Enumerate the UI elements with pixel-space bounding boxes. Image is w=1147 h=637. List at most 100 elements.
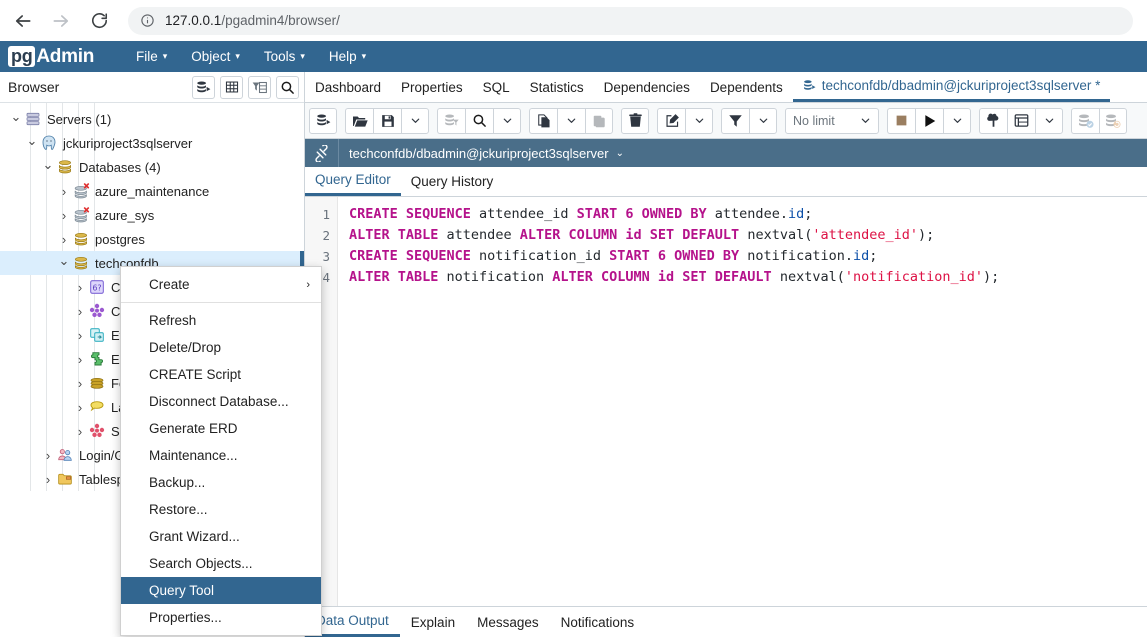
chevron-right-icon[interactable]: › [56,209,72,222]
context-menu-item-properties[interactable]: Properties... [121,604,321,631]
code-token: notification [747,248,845,264]
chevron-right-icon[interactable]: › [72,305,88,318]
context-menu-item-backup[interactable]: Backup... [121,469,321,496]
context-menu-item-grant-wizard[interactable]: Grant Wizard... [121,523,321,550]
object-tab-dependencies[interactable]: Dependencies [594,72,700,102]
chevron-right-icon[interactable]: › [72,377,88,390]
menu-object[interactable]: Object ▾ [179,41,252,72]
object-tab-techconfdb-dbadmin-jckuriproject3sqlserv[interactable]: techconfdb/dbadmin@jckuriproject3sqlserv… [792,71,1111,102]
grid-view-button[interactable] [220,75,243,99]
chevron-right-icon[interactable]: › [72,281,88,294]
menu-help[interactable]: Help ▾ [317,41,378,72]
context-menu-item-restore[interactable]: Restore... [121,496,321,523]
chevron-down-icon[interactable]: ⌄ [24,134,40,147]
object-tab-dashboard[interactable]: Dashboard [305,72,391,102]
code-line[interactable]: ALTER TABLE attendee ALTER COLUMN id SET… [349,225,1147,246]
menu-tools[interactable]: Tools ▾ [252,41,317,72]
chevron-right-icon[interactable]: › [72,353,88,366]
code-line[interactable]: ALTER TABLE notification ALTER COLUMN id… [349,267,1147,288]
chevron-down-icon[interactable]: ⌄ [8,110,24,123]
chevron-right-icon[interactable]: › [56,185,72,198]
execute-play-button[interactable] [915,107,943,134]
chevron-right-icon[interactable]: › [56,233,72,246]
back-button[interactable] [8,6,38,36]
chevron-down-icon[interactable]: ⌄ [56,254,72,267]
object-tab-statistics[interactable]: Statistics [520,72,594,102]
context-menu-item-generate-erd[interactable]: Generate ERD [121,415,321,442]
connection-bar[interactable]: techconfdb/dbadmin@jckuriproject3sqlserv… [305,139,1147,167]
code-line[interactable]: CREATE SEQUENCE attendee_id START 6 OWNE… [349,204,1147,225]
chevron-down-button[interactable] [401,107,429,134]
chevron-down-icon[interactable]: ⌄ [616,148,624,159]
chevron-right-icon[interactable]: › [72,425,88,438]
context-menu-item-disconnect-database[interactable]: Disconnect Database... [121,388,321,415]
tree-item-azure-sys[interactable]: › azure_sys [0,203,304,227]
context-menu-item-delete-drop[interactable]: Delete/Drop [121,334,321,361]
output-tab-messages[interactable]: Messages [466,607,550,637]
editor-tab-bar[interactable]: Query Editor Query History [305,167,1147,197]
chevron-right-icon[interactable]: › [40,473,56,486]
chevron-down-button[interactable] [943,107,971,134]
chevron-right-icon[interactable]: › [40,449,56,462]
object-tab-bar[interactable]: Dashboard Properties SQL Statistics Dependen… [305,72,1147,103]
context-menu-item-label: CREATE Script [149,367,242,382]
chevron-right-icon[interactable]: › [72,329,88,342]
object-tab-dependents[interactable]: Dependents [700,72,793,102]
code-token: nextval [747,227,805,243]
explain-button[interactable] [979,107,1007,134]
tree-item-databases-4[interactable]: ⌄ Databases (4) [0,155,304,179]
output-tab-bar[interactable]: Data Output Explain Messages Notifications [305,606,1147,637]
chevron-down-icon: ▾ [361,51,367,61]
save-file-icon [381,114,395,128]
chevron-down-button[interactable] [749,107,777,134]
menu-file[interactable]: File ▾ [124,41,179,72]
tree-item-postgres[interactable]: › postgres [0,227,304,251]
tree-item-jckuriproject3sqlserver[interactable]: ⌄ jckuriproject3sqlserver [0,131,304,155]
chevron-down-button[interactable] [493,107,521,134]
object-tab-sql[interactable]: SQL [473,72,520,102]
context-menu-item-create-script[interactable]: CREATE Script [121,361,321,388]
tree-item-servers-1[interactable]: ⌄ Servers (1) [0,107,304,131]
tree-item-azure-maintenance[interactable]: › azure_maintenance [0,179,304,203]
explain-analyze-button[interactable] [1007,107,1035,134]
object-tab-properties[interactable]: Properties [391,72,473,102]
address-bar[interactable]: 127.0.0.1/pgadmin4/browser/ [128,6,1133,35]
context-menu-item-maintenance[interactable]: Maintenance... [121,442,321,469]
output-tab-explain[interactable]: Explain [400,607,466,637]
context-menu[interactable]: Create › Refresh Delete/Drop CREATE Script Di… [120,266,322,636]
chevron-down-button[interactable] [557,107,585,134]
context-menu-item-create[interactable]: Create › [121,271,321,298]
chevron-down-button[interactable] [1035,107,1063,134]
open-query-tool-button[interactable] [309,107,337,134]
output-tab-notifications[interactable]: Notifications [550,607,646,637]
context-menu-item-refresh[interactable]: Refresh [121,307,321,334]
query-tool-toolbar[interactable]: No limit [305,103,1147,139]
reload-button[interactable] [84,6,114,36]
save-file-button[interactable] [373,107,401,134]
editor-tab-query-history[interactable]: Query History [401,167,504,196]
filter-button[interactable] [721,107,749,134]
context-menu-item-query-tool[interactable]: Query Tool [121,577,321,604]
edit-button[interactable] [657,107,685,134]
open-file-button[interactable] [345,107,373,134]
editor-tab-query-editor[interactable]: Query Editor [305,166,401,196]
search-button[interactable] [276,75,299,99]
context-menu-item-search-objects[interactable]: Search Objects... [121,550,321,577]
sql-code-area[interactable]: CREATE SEQUENCE attendee_id START 6 OWNE… [338,197,1147,614]
code-line[interactable]: CREATE SEQUENCE notification_id START 6 … [349,246,1147,267]
forward-button[interactable] [46,6,76,36]
object-explorer-button[interactable] [192,75,215,99]
edit-data-filter-icon [444,113,459,128]
copy-button[interactable] [529,107,557,134]
delete-button[interactable] [621,107,649,134]
chevron-down-button[interactable] [685,107,713,134]
context-menu-item-label: Grant Wizard... [149,529,240,544]
find-button[interactable] [465,107,493,134]
filter-table-button[interactable] [248,75,271,99]
chevron-down-icon[interactable]: ⌄ [40,158,56,171]
sql-editor[interactable]: 1234 CREATE SEQUENCE attendee_id START 6… [305,197,1147,614]
stop-button[interactable] [887,107,915,134]
site-info-icon[interactable] [140,13,155,28]
row-limit-select[interactable]: No limit [785,107,879,134]
chevron-right-icon[interactable]: › [72,401,88,414]
